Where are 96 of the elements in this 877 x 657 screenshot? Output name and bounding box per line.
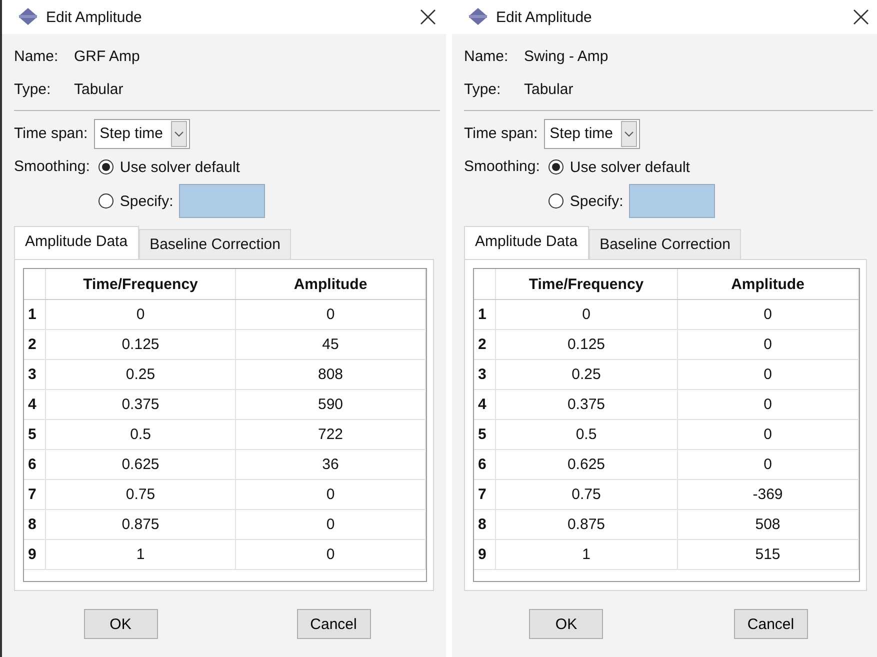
table-cell: 0.375	[496, 390, 678, 419]
radio-label: Specify:	[570, 192, 624, 210]
name-value: GRF Amp	[74, 48, 140, 65]
row-number: 1	[474, 300, 496, 329]
table-cell: 0	[236, 300, 426, 329]
dialog-button[interactable]: OK	[529, 609, 604, 639]
close-icon[interactable]	[853, 9, 869, 25]
app-icon	[18, 8, 38, 26]
table-cell: 0.625	[46, 450, 236, 479]
row-number: 9	[474, 540, 496, 569]
row-number: 1	[24, 300, 46, 329]
table-cell: 0	[236, 540, 426, 569]
radio-label: Use solver default	[570, 158, 690, 176]
table-cell: 508	[678, 510, 859, 539]
row-number: 7	[24, 480, 46, 509]
field-label: Type:	[464, 81, 502, 98]
row-number: 5	[24, 420, 46, 449]
table-cell: 0.125	[496, 330, 678, 359]
row-number: 4	[24, 390, 46, 419]
time-span-dropdown[interactable]: Step time	[544, 118, 640, 148]
table-cell: 45	[236, 330, 426, 359]
row-number: 5	[474, 420, 496, 449]
field-label: Smoothing:	[14, 157, 90, 177]
table-cell: 590	[236, 390, 426, 419]
window-title: Edit Amplitude	[46, 8, 143, 26]
table-cell: 0.5	[496, 420, 678, 449]
table-cell: 0.625	[496, 450, 678, 479]
table-cell: 808	[236, 360, 426, 389]
table-cell: 0	[236, 480, 426, 509]
table-cell: 515	[678, 540, 859, 569]
field-label: Name:	[14, 48, 60, 65]
table-cell: 0.125	[46, 330, 236, 359]
row-number: 9	[24, 540, 46, 569]
field-label: Smoothing:	[464, 157, 540, 177]
type-value: Tabular	[524, 81, 574, 98]
time-span-dropdown[interactable]: Step time	[94, 118, 190, 148]
field-label: Name:	[464, 48, 510, 65]
row-number: 2	[24, 330, 46, 359]
tab[interactable]: Amplitude Data	[14, 226, 139, 259]
specify-input-field[interactable]	[629, 184, 716, 218]
radio-button[interactable]	[548, 193, 564, 209]
table-cell: 0	[678, 330, 859, 359]
dialog-button[interactable]: Cancel	[734, 609, 808, 639]
row-number: 8	[24, 510, 46, 539]
radio-label: Specify:	[120, 192, 174, 210]
field-label: Time span:	[14, 125, 88, 142]
tab[interactable]: Baseline Correction	[138, 229, 292, 259]
window-title: Edit Amplitude	[496, 8, 593, 26]
name-value: Swing - Amp	[524, 48, 608, 65]
row-number: 6	[474, 450, 496, 479]
table-cell: 36	[236, 450, 426, 479]
table-cell: 0	[46, 300, 236, 329]
row-number: 3	[474, 360, 496, 389]
table-cell: 1	[496, 540, 678, 569]
column-header: Amplitude	[678, 269, 859, 299]
type-value: Tabular	[74, 81, 124, 98]
app-icon	[468, 8, 488, 26]
tab[interactable]: Baseline Correction	[588, 229, 742, 259]
row-number: 7	[474, 480, 496, 509]
radio-button[interactable]	[548, 159, 564, 175]
table-cell: 0	[678, 420, 859, 449]
table-cell: 0	[678, 360, 859, 389]
radio-button[interactable]	[98, 159, 114, 175]
table-cell: 0	[236, 510, 426, 539]
field-label: Type:	[14, 81, 52, 98]
table-cell: 0.375	[46, 390, 236, 419]
table-cell: 1	[46, 540, 236, 569]
row-number: 8	[474, 510, 496, 539]
table-cell: 0.875	[46, 510, 236, 539]
column-header: Amplitude	[236, 269, 426, 299]
table-cell: 0.75	[46, 480, 236, 509]
tab[interactable]: Amplitude Data	[464, 226, 589, 259]
table-cell: 0	[496, 300, 678, 329]
table-cell: 0.25	[496, 360, 678, 389]
field-label: Time span:	[464, 125, 538, 142]
table-cell: -369	[678, 480, 859, 509]
table-cell: 0	[678, 390, 859, 419]
table-cell: 0	[678, 300, 859, 329]
table-cell: 0.875	[496, 510, 678, 539]
close-icon[interactable]	[420, 9, 436, 25]
row-number: 2	[474, 330, 496, 359]
column-header: Time/Frequency	[46, 269, 236, 299]
table-cell: 0.25	[46, 360, 236, 389]
dialog-button[interactable]: OK	[84, 609, 158, 639]
radio-label: Use solver default	[120, 158, 240, 176]
table-cell: 0	[678, 450, 859, 479]
row-number: 6	[24, 450, 46, 479]
row-number: 4	[474, 390, 496, 419]
radio-button[interactable]	[98, 193, 114, 209]
dialog-button[interactable]: Cancel	[296, 609, 370, 639]
specify-input-field[interactable]	[179, 184, 266, 218]
table-cell: 0.5	[46, 420, 236, 449]
row-number: 3	[24, 360, 46, 389]
table-cell: 0.75	[496, 480, 678, 509]
table-cell: 722	[236, 420, 426, 449]
column-header: Time/Frequency	[496, 269, 678, 299]
